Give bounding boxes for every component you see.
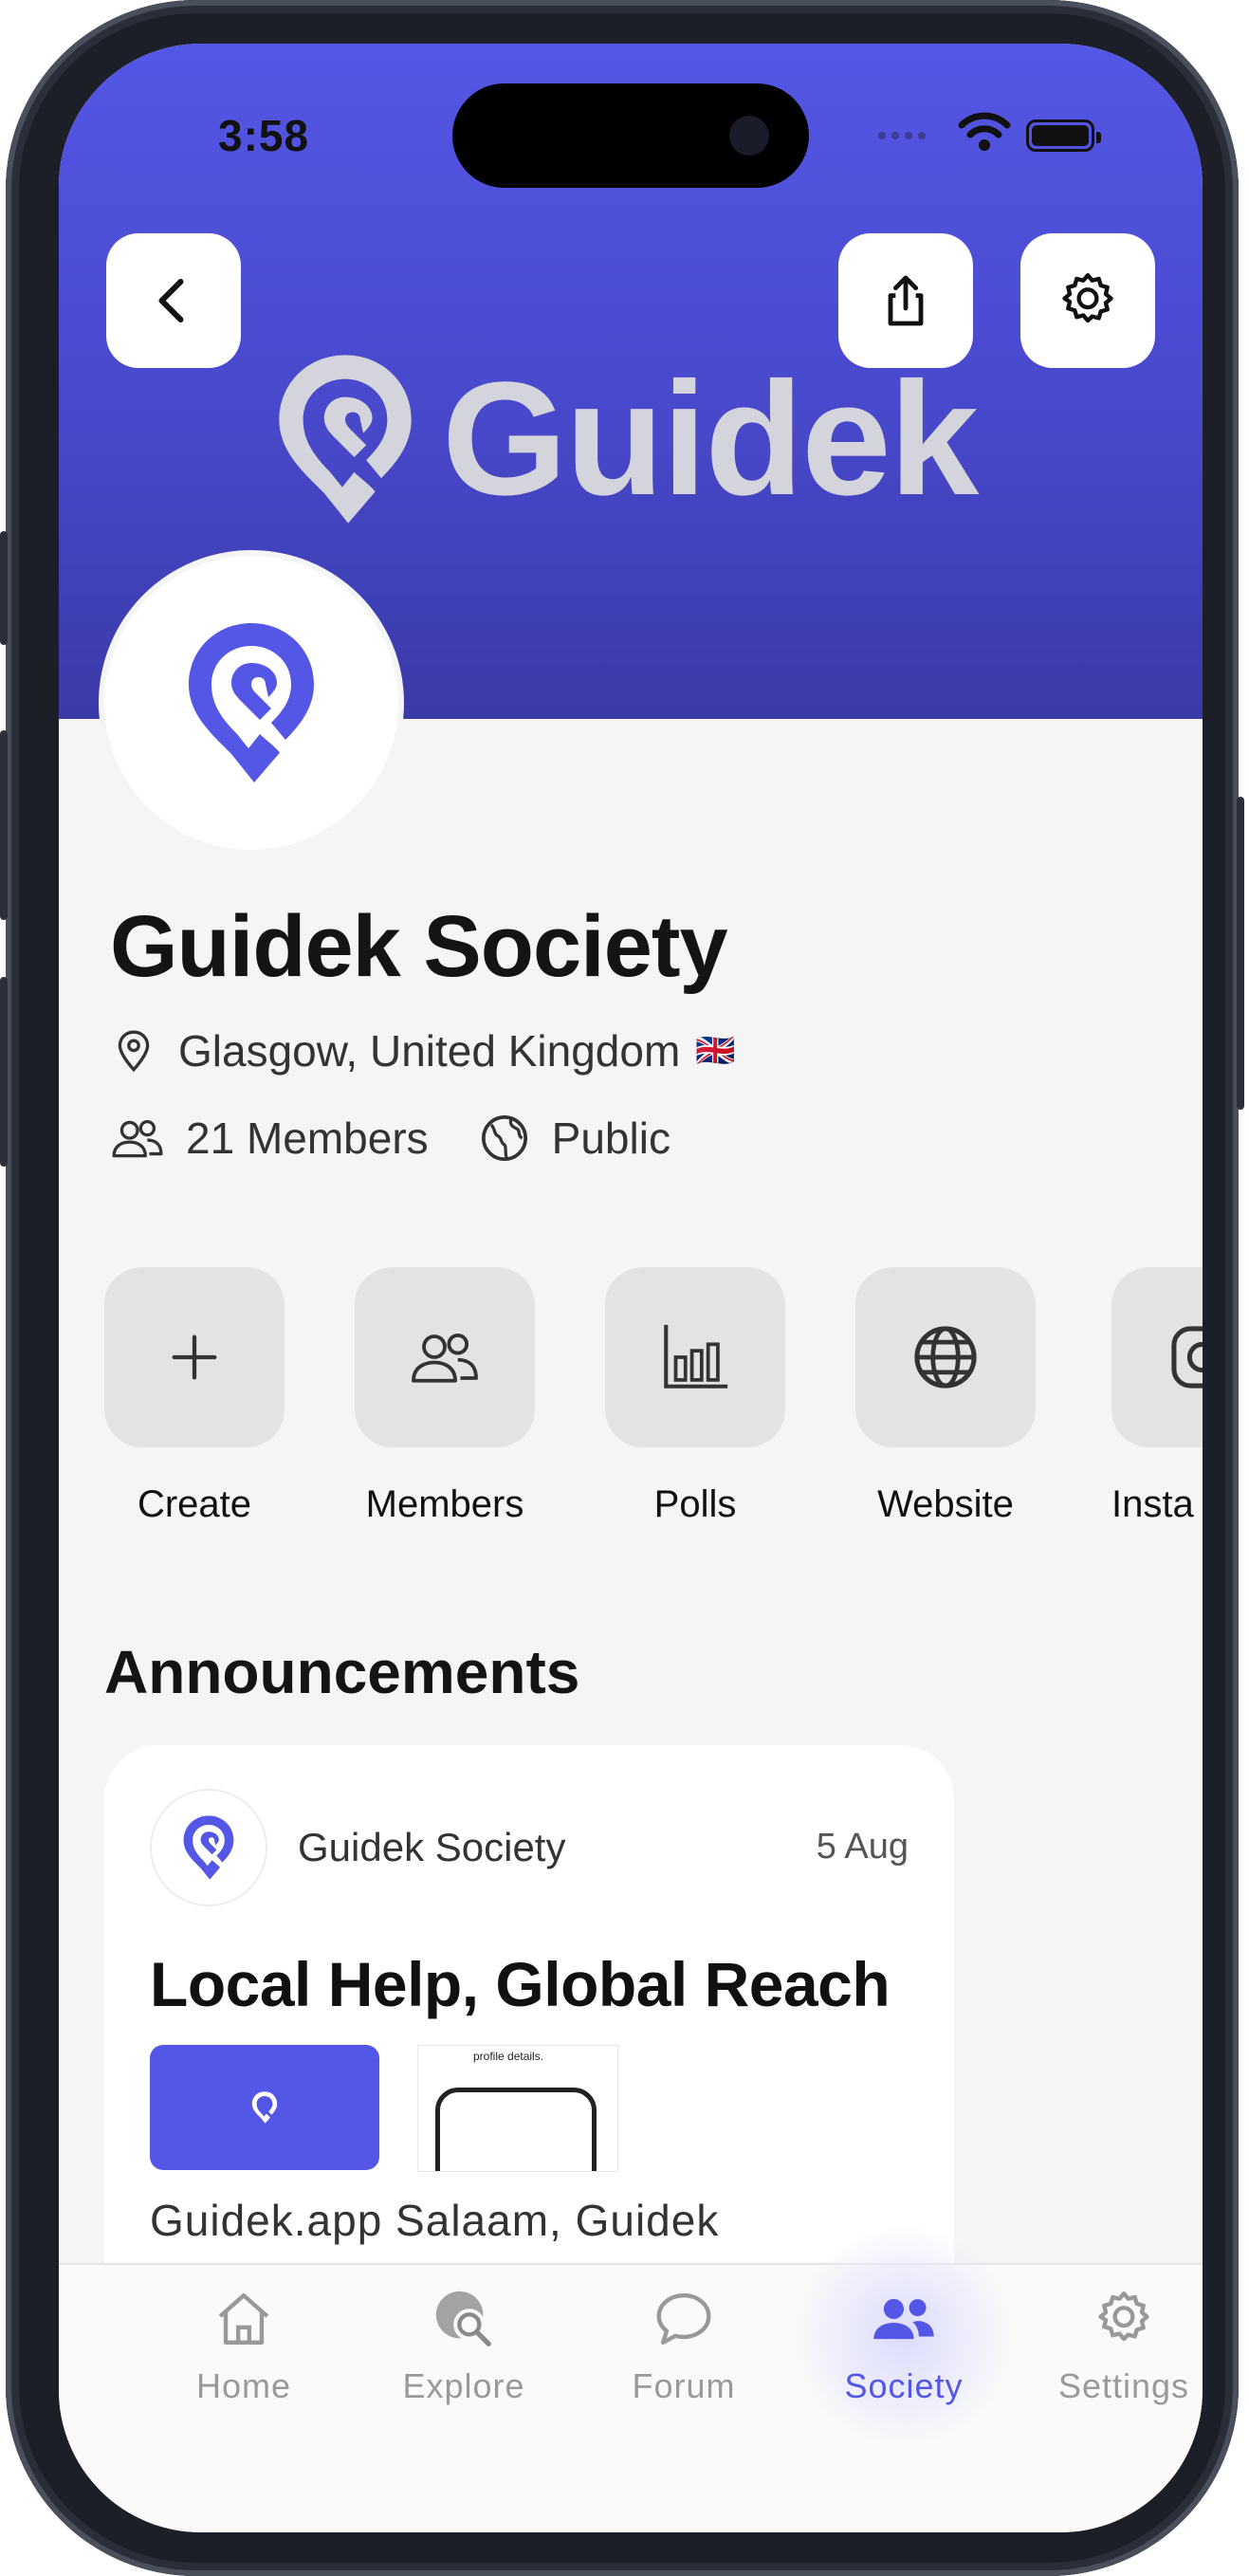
tab-home[interactable]: Home xyxy=(135,2286,353,2406)
polls-action[interactable]: Polls xyxy=(605,1267,785,1526)
explore-icon xyxy=(435,2291,491,2346)
app-screen: 3:58 Guidek Guidek Society Glasgow, Unit… xyxy=(59,44,1203,2532)
announcement-author: Guidek Society xyxy=(298,1825,566,1869)
action-label: Insta xyxy=(1111,1483,1194,1525)
wifi-icon xyxy=(958,112,1011,151)
globe-icon xyxy=(481,1114,527,1162)
plus-icon xyxy=(172,1334,217,1380)
action-label: Website xyxy=(877,1483,1014,1525)
society-avatar xyxy=(104,556,398,850)
members-action[interactable]: Members xyxy=(355,1267,535,1526)
members-icon xyxy=(112,1119,163,1158)
gear-icon xyxy=(1062,272,1113,323)
silent-switch xyxy=(0,531,8,645)
society-icon xyxy=(873,2298,934,2340)
tab-label: Forum xyxy=(632,2366,736,2405)
tab-label: Society xyxy=(844,2366,964,2405)
forum-icon xyxy=(656,2293,711,2345)
announcement-snippet: Guidek.app Salaam, Guidek xyxy=(150,2196,720,2245)
author-avatar xyxy=(150,1789,267,1906)
tab-society[interactable]: Society xyxy=(795,2286,1013,2406)
member-count: 21 Members xyxy=(186,1113,429,1163)
guidek-pin-logo xyxy=(189,623,314,782)
volume-up-button xyxy=(0,730,8,920)
create-action[interactable]: Create xyxy=(104,1267,285,1526)
back-button[interactable] xyxy=(106,233,241,368)
status-time: 3:58 xyxy=(218,111,310,160)
tab-settings[interactable]: Settings xyxy=(1015,2286,1203,2406)
announcement-title: Local Help, Global Reach xyxy=(150,1949,891,2019)
polls-tile[interactable] xyxy=(605,1267,785,1447)
instagram-icon xyxy=(1171,1326,1203,1389)
instagram-action[interactable]: Insta xyxy=(1111,1267,1203,1526)
uk-flag-icon: 🇬🇧 xyxy=(695,1032,736,1070)
phone-frame: 3:58 Guidek Guidek Society Glasgow, Unit… xyxy=(0,0,1244,2576)
stats-row: 21 Members Public xyxy=(110,1112,670,1165)
home-icon xyxy=(218,2293,269,2345)
power-button xyxy=(1237,797,1244,1110)
brand-wordmark: Guidek xyxy=(442,349,979,529)
guidek-pin-logo xyxy=(251,2091,278,2124)
announcement-image-logo[interactable] xyxy=(150,2045,379,2170)
action-label: Polls xyxy=(653,1483,737,1525)
tab-forum[interactable]: Forum xyxy=(575,2286,793,2406)
members-tile[interactable] xyxy=(355,1267,535,1447)
globe-icon xyxy=(914,1326,977,1389)
action-label: Members xyxy=(365,1483,524,1525)
bottom-tab-bar: Home Explore Forum Society Settings xyxy=(59,2227,1203,2532)
tab-label: Home xyxy=(195,2366,292,2405)
announcement-image-screenshot[interactable]: profile details. xyxy=(417,2045,618,2172)
website-tile[interactable] xyxy=(855,1267,1036,1447)
share-icon xyxy=(888,275,924,326)
society-name: Guidek Society xyxy=(110,898,728,995)
location-row: Glasgow, United Kingdom 🇬🇧 xyxy=(110,1024,736,1077)
announcements-heading: Announcements xyxy=(104,1638,580,1706)
thumbnail-caption: profile details. xyxy=(473,2050,544,2063)
status-bar: 3:58 xyxy=(59,44,1203,188)
visibility-text: Public xyxy=(551,1113,670,1163)
guidek-pin-logo xyxy=(183,1815,234,1880)
volume-down-button xyxy=(0,977,8,1167)
battery-icon xyxy=(1026,120,1101,152)
website-action[interactable]: Website xyxy=(855,1267,1036,1526)
phone-mockup xyxy=(435,2088,597,2171)
brand-logo: Guidek xyxy=(269,349,979,529)
location-pin-icon xyxy=(118,1030,150,1073)
tab-label: Settings xyxy=(1057,2366,1190,2405)
location-text: Glasgow, United Kingdom xyxy=(178,1026,681,1076)
instagram-tile[interactable] xyxy=(1111,1267,1203,1447)
tab-explore[interactable]: Explore xyxy=(355,2286,573,2406)
bar-chart-icon xyxy=(664,1324,728,1389)
action-label: Create xyxy=(137,1483,252,1525)
cellular-signal-icon xyxy=(878,132,926,139)
dynamic-island xyxy=(452,83,809,188)
tab-label: Explore xyxy=(402,2366,525,2405)
settings-icon xyxy=(1098,2291,1149,2342)
settings-button[interactable] xyxy=(1020,233,1155,368)
announcement-date: 5 Aug xyxy=(816,1827,909,1867)
quick-actions: Create Members Polls Website Insta xyxy=(104,1267,1203,1580)
share-button[interactable] xyxy=(838,233,973,368)
guidek-pin-logo xyxy=(279,355,412,524)
create-tile[interactable] xyxy=(104,1267,285,1447)
chevron-left-icon xyxy=(158,279,184,322)
members-icon xyxy=(412,1333,478,1383)
